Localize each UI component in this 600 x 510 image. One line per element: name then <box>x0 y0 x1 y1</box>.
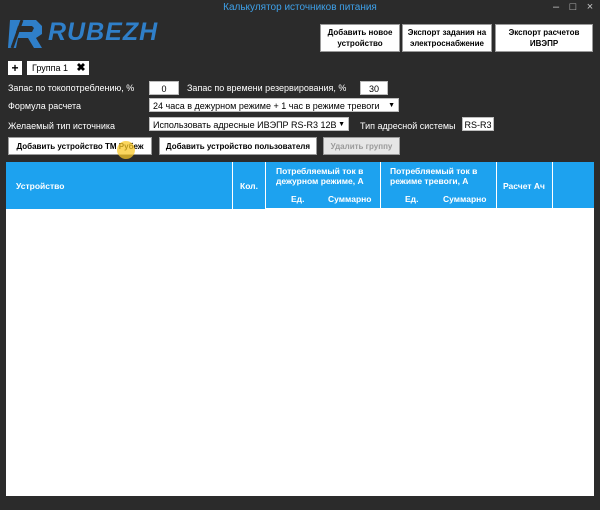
column-header-device[interactable]: Устройство <box>16 181 64 191</box>
tab-label: Группа 1 <box>32 63 69 73</box>
minimize-button[interactable]: – <box>548 0 564 14</box>
formula-select[interactable]: 24 часа в дежурном режиме + 1 час в режи… <box>149 98 399 112</box>
address-system-field[interactable]: RS-R3 <box>462 117 494 131</box>
address-system-label: Тип адресной системы <box>360 121 456 131</box>
time-reserve-input[interactable]: 30 <box>360 81 388 95</box>
current-reserve-label: Запас по токопотреблению, % <box>8 83 135 93</box>
chevron-down-icon: ▼ <box>388 102 395 109</box>
source-type-select[interactable]: Использовать адресные ИВЭПР RS-R3 12В ▼ <box>149 117 349 131</box>
column-divider <box>496 162 497 209</box>
export-task-button[interactable]: Экспорт задания на электроснабжение <box>402 24 492 52</box>
chevron-down-icon: ▼ <box>338 121 345 128</box>
cursor-highlight <box>117 141 135 159</box>
current-reserve-input[interactable]: 0 <box>149 81 179 95</box>
close-tab-icon[interactable]: ✖ <box>75 61 87 75</box>
subheader-unit: Ед. <box>291 194 305 204</box>
column-header-qty[interactable]: Кол. <box>240 181 258 191</box>
delete-group-button[interactable]: Удалить группу <box>323 137 400 155</box>
column-divider <box>232 162 233 209</box>
add-group-button[interactable]: + <box>8 61 22 75</box>
maximize-button[interactable]: □ <box>565 0 581 14</box>
subheader-total: Суммарно <box>443 194 487 204</box>
column-header-alarm[interactable]: Потребляемый ток в режиме тревоги, А <box>390 166 494 186</box>
export-calc-button[interactable]: Экспорт расчетов ИВЭПР <box>495 24 593 52</box>
column-header-standby[interactable]: Потребляемый ток в дежурном режиме, А <box>276 166 380 186</box>
close-window-button[interactable]: × <box>582 0 598 14</box>
time-reserve-label: Запас по времени резервирования, % <box>187 83 347 93</box>
devices-table <box>6 162 594 496</box>
formula-label: Формула расчета <box>8 101 82 111</box>
subheader-unit: Ед. <box>405 194 419 204</box>
logo-text: RUBEZH <box>48 18 159 46</box>
formula-value: 24 часа в дежурном режиме + 1 час в режи… <box>153 101 380 111</box>
header-divider <box>265 208 594 209</box>
column-divider <box>380 162 381 209</box>
add-user-device-button[interactable]: Добавить устройство пользователя <box>159 137 317 155</box>
column-divider <box>265 162 266 209</box>
source-type-label: Желаемый тип источника <box>8 121 116 131</box>
subheader-total: Суммарно <box>328 194 372 204</box>
source-type-value: Использовать адресные ИВЭПР RS-R3 12В <box>153 120 337 130</box>
add-device-button[interactable]: Добавить новое устройство <box>320 24 400 52</box>
window-title: Калькулятор источников питания <box>223 2 377 13</box>
column-divider <box>552 162 553 209</box>
column-header-calc[interactable]: Расчет Ач <box>503 181 545 191</box>
